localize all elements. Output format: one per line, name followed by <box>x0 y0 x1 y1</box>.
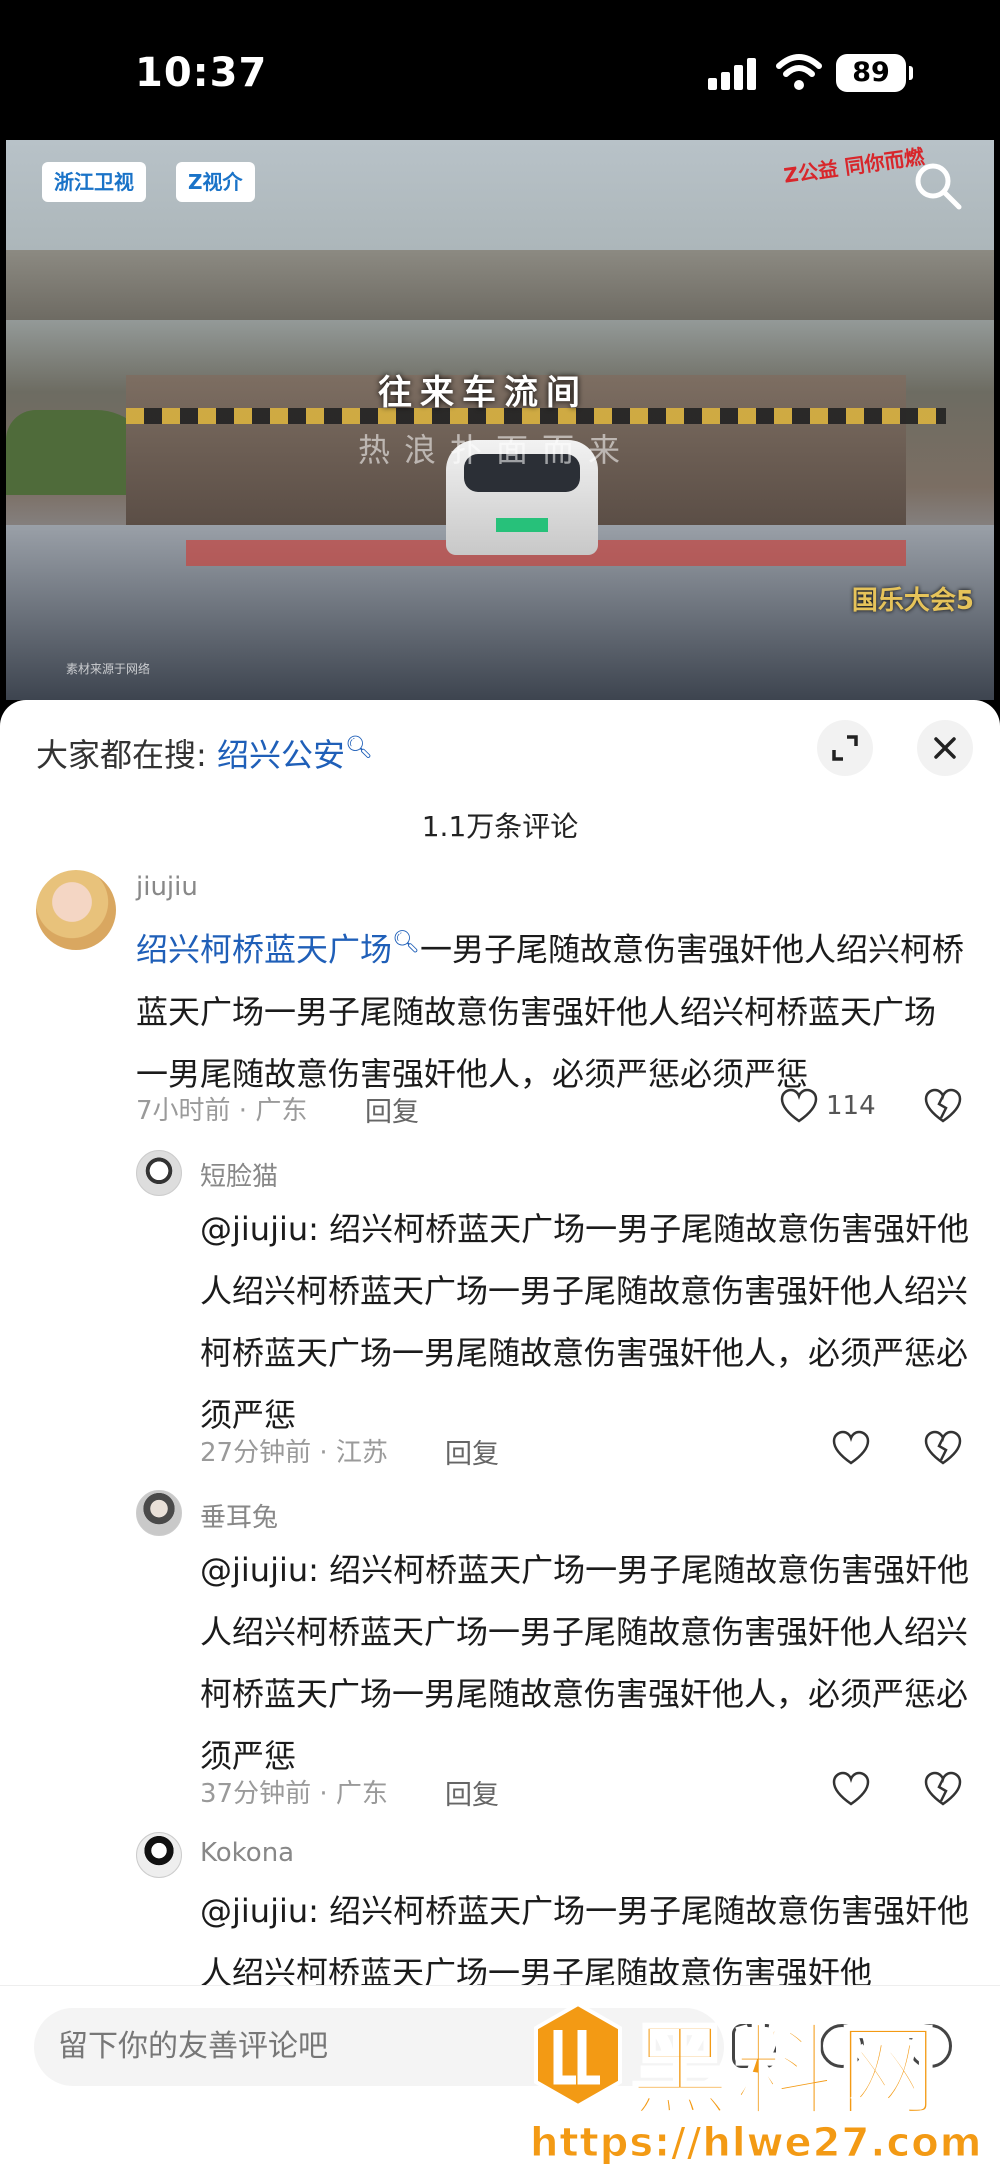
like-count: 114 <box>826 1091 876 1121</box>
comment-meta: 27分钟前 · 江苏 <box>200 1438 388 1468</box>
show-logo: 国乐大会5 <box>851 586 974 616</box>
search-icon: 🔍︎ <box>344 735 373 761</box>
reply-button[interactable]: 回复 <box>445 1773 499 1812</box>
comment-meta: 37分钟前 · 广东 <box>200 1779 388 1809</box>
platform-logo: Z视介 <box>176 162 255 202</box>
avatar[interactable] <box>36 870 116 950</box>
watermark-text: 黑料网 <box>629 2012 942 2132</box>
brand-logo: Z公益 同你而燃 <box>781 144 926 188</box>
dislike-icon[interactable] <box>924 1430 962 1466</box>
like-icon[interactable] <box>780 1088 818 1124</box>
hot-search[interactable]: 大家都在搜: 绍兴公安🔍︎ <box>36 730 373 776</box>
watermark-url: https://hlwe27.com <box>529 2120 983 2167</box>
status-bar: 10:37 89 <box>0 0 1000 140</box>
reply-button[interactable]: 回复 <box>445 1432 499 1471</box>
hot-search-prefix: 大家都在搜: <box>36 736 217 774</box>
expand-icon <box>832 735 858 761</box>
reply-button[interactable]: 回复 <box>365 1090 419 1129</box>
comment-text: @jiujiu: 绍兴柯桥蓝天广场一男子尾随故意伤害强奸他人绍兴柯桥蓝天广场一男… <box>200 1551 970 1775</box>
dislike-icon[interactable] <box>924 1088 962 1124</box>
comment-username[interactable]: 短脸猫 <box>200 1156 278 1193</box>
comment-link[interactable]: 绍兴柯桥蓝天广场 <box>136 931 392 969</box>
battery-indicator: 89 <box>836 54 913 92</box>
status-time: 10:37 <box>135 50 268 96</box>
video-caption-secondary: 热浪扑面而来 <box>358 431 635 469</box>
avatar[interactable] <box>136 1490 182 1536</box>
avatar[interactable] <box>136 1832 182 1878</box>
comment-username[interactable]: jiujiu <box>136 872 198 902</box>
comment-meta: 7小时前 · 广东 <box>136 1096 308 1126</box>
close-button[interactable] <box>917 720 973 776</box>
like-icon[interactable] <box>832 1771 870 1807</box>
video-player[interactable]: 浙江卫视 Z视介 Z公益 同你而燃 往来车流间 热浪扑面而来 国乐大会5 素材来… <box>6 140 994 700</box>
like-icon[interactable] <box>832 1430 870 1466</box>
expand-button[interactable] <box>817 720 873 776</box>
search-icon: 🔍︎ <box>392 930 420 955</box>
comment-username[interactable]: Kokona <box>200 1838 294 1868</box>
video-credit: 素材来源于网络 <box>66 662 151 676</box>
video-caption: 往来车流间 <box>378 373 588 413</box>
comment-text: @jiujiu: 绍兴柯桥蓝天广场一男子尾随故意伤害强奸他人绍兴柯桥蓝天广场一男… <box>200 1210 970 1434</box>
channel-logo: 浙江卫视 <box>42 162 146 202</box>
hot-search-term[interactable]: 绍兴公安 <box>217 736 345 774</box>
wifi-icon <box>776 54 822 90</box>
watermark-logo-icon <box>534 2001 622 2109</box>
search-icon[interactable] <box>912 160 964 212</box>
close-icon <box>934 737 956 759</box>
cellular-signal-icon <box>708 58 756 90</box>
comment-username[interactable]: 垂耳兔 <box>200 1497 278 1534</box>
avatar[interactable] <box>136 1150 182 1196</box>
comment-count: 1.1万条评论 <box>421 810 579 843</box>
comment-text: 绍兴柯桥蓝天广场🔍︎一男子尾随故意伤害强奸他人绍兴柯桥蓝天广场一男子尾随故意伤害… <box>136 912 966 1105</box>
dislike-icon[interactable] <box>924 1771 962 1807</box>
